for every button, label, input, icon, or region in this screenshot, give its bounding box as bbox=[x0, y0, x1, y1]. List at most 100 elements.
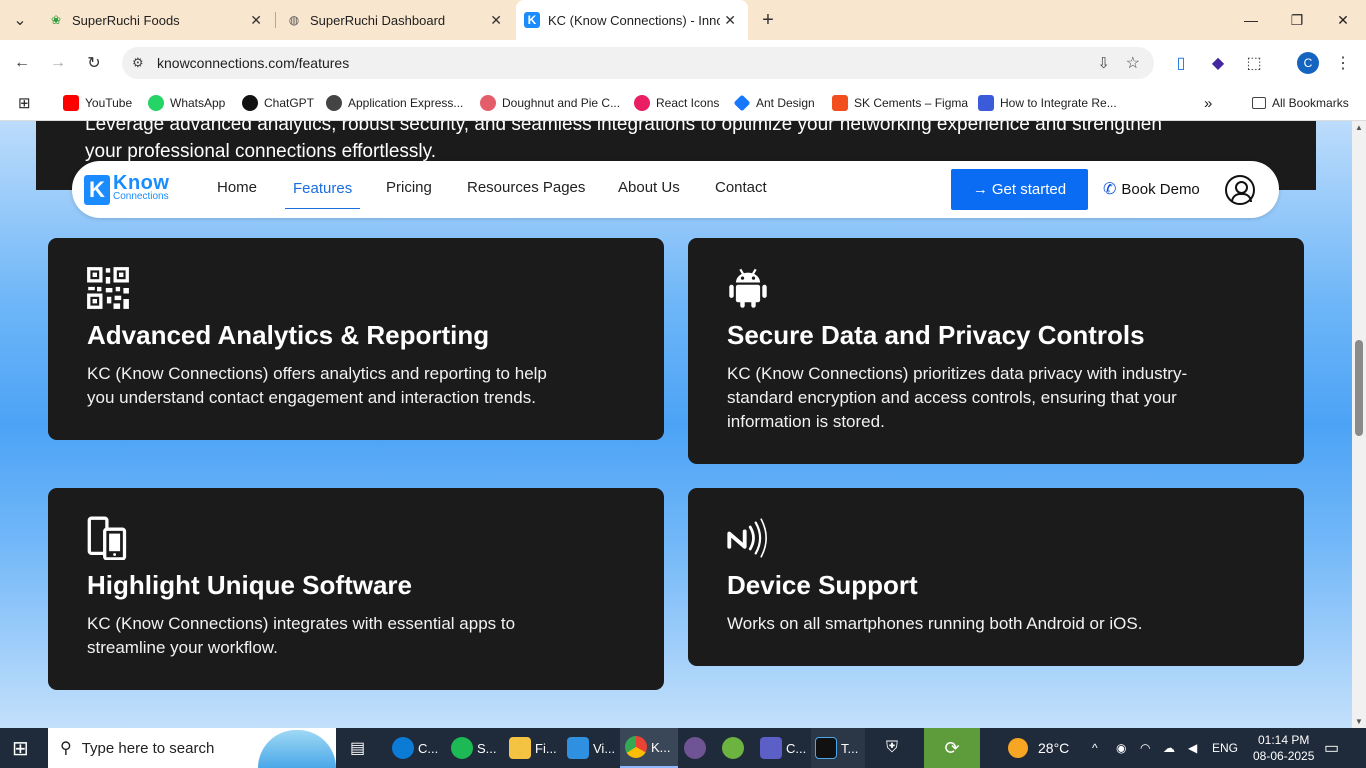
folder-icon bbox=[1252, 97, 1266, 109]
reload-icon[interactable]: ↻ bbox=[81, 50, 107, 76]
bookmark-whatsapp[interactable]: WhatsApp bbox=[148, 93, 225, 113]
desc-line: Works on all smartphones running both An… bbox=[727, 614, 1143, 633]
cloud-icon[interactable]: ☁ bbox=[1163, 728, 1175, 768]
bookmark-chatgpt[interactable]: ChatGPT bbox=[242, 93, 314, 113]
notifications-icon[interactable]: ▭ bbox=[1324, 728, 1339, 768]
close-window-icon[interactable]: ✕ bbox=[1320, 0, 1366, 40]
nav-home[interactable]: Home bbox=[217, 179, 257, 196]
back-icon[interactable]: ← bbox=[9, 50, 35, 76]
logo-word: Know bbox=[113, 172, 170, 194]
scroll-down-icon[interactable]: ▼ bbox=[1355, 717, 1363, 726]
whatsapp-icon bbox=[148, 95, 164, 111]
tab-superruchi-foods[interactable]: ❀ SuperRuchi Foods ✕ bbox=[36, 0, 274, 40]
get-started-label: Get started bbox=[991, 181, 1067, 198]
close-tab-icon[interactable]: ✕ bbox=[490, 12, 502, 29]
clock[interactable]: 01:14 PM 08-06-2025 bbox=[1253, 728, 1314, 768]
language-indicator[interactable]: ENG bbox=[1212, 728, 1238, 768]
bookmark-react-icons[interactable]: React Icons bbox=[634, 93, 719, 113]
article-icon bbox=[978, 95, 994, 111]
minimize-icon[interactable]: — bbox=[1228, 0, 1274, 40]
youtube-icon bbox=[63, 95, 79, 111]
start-button[interactable]: ⊞ bbox=[12, 728, 29, 768]
bookmark-ant-design[interactable]: Ant Design bbox=[733, 93, 815, 113]
taskbar-app-spring[interactable] bbox=[722, 728, 748, 768]
close-tab-icon[interactable]: ✕ bbox=[250, 12, 262, 29]
nav-resources[interactable]: Resources Pages bbox=[467, 179, 585, 196]
spotify-icon bbox=[451, 737, 473, 759]
taskbar-search[interactable]: ⚲ Type here to search bbox=[48, 728, 336, 768]
all-bookmarks[interactable]: All Bookmarks bbox=[1252, 93, 1349, 113]
taskbar-app-chrome[interactable]: K... bbox=[620, 728, 678, 768]
tray-chevron-icon[interactable]: ^ bbox=[1092, 728, 1098, 768]
feature-card-security: Secure Data and Privacy Controls KC (Kno… bbox=[688, 238, 1304, 464]
close-tab-icon[interactable]: ✕ bbox=[724, 12, 736, 29]
get-started-button[interactable]: → Get started bbox=[951, 169, 1088, 210]
desc-line: KC (Know Connections) integrates with es… bbox=[87, 614, 516, 633]
windows-taskbar: ⊞ ⚲ Type here to search ▤ C... S... Fi..… bbox=[0, 728, 1366, 768]
desc-line: streamline your workflow. bbox=[87, 638, 278, 657]
site-navbar: K Know Connections Home Features Pricing… bbox=[72, 161, 1279, 218]
bookmark-label: YouTube bbox=[85, 96, 133, 110]
restore-icon[interactable]: ❐ bbox=[1274, 0, 1320, 40]
address-bar[interactable]: ⚙ knowconnections.com/features ⇩ ☆ bbox=[122, 47, 1154, 79]
forward-icon[interactable]: → bbox=[45, 50, 71, 76]
taskbar-app-edge[interactable]: C... bbox=[392, 728, 438, 768]
more-bookmarks-icon[interactable]: » bbox=[1204, 93, 1212, 113]
bookmark-apex[interactable]: Application Express... bbox=[326, 93, 463, 113]
feature-title: Highlight Unique Software bbox=[87, 570, 412, 600]
app-label: K... bbox=[651, 739, 671, 755]
hero-description: Leverage advanced analytics, robust secu… bbox=[85, 121, 1285, 165]
taskbar-app-vscode[interactable]: Vi... bbox=[567, 728, 615, 768]
nav-features[interactable]: Features bbox=[285, 180, 361, 209]
logo-word: Connections bbox=[113, 191, 169, 202]
bookmark-figma[interactable]: SK Cements – Figma bbox=[832, 93, 968, 113]
nav-contact[interactable]: Contact bbox=[715, 179, 767, 196]
vscode-icon bbox=[567, 737, 589, 759]
taskbar-app-github[interactable] bbox=[684, 728, 710, 768]
extension-diamond-icon[interactable]: ◆ bbox=[1205, 50, 1231, 76]
url-text[interactable]: knowconnections.com/features bbox=[157, 55, 349, 71]
edge-icon bbox=[392, 737, 414, 759]
install-icon[interactable]: ⇩ bbox=[1097, 54, 1110, 72]
page-scrollbar[interactable]: ▲ ▼ bbox=[1352, 121, 1366, 728]
sync-app-icon[interactable]: ⟳ bbox=[924, 728, 980, 768]
volume-icon[interactable]: ◀ bbox=[1188, 728, 1197, 768]
new-tab-icon[interactable]: + bbox=[755, 7, 781, 33]
bookmark-doughnut[interactable]: Doughnut and Pie C... bbox=[480, 93, 620, 113]
taskbar-app-explorer[interactable]: Fi... bbox=[509, 728, 557, 768]
star-icon[interactable]: ☆ bbox=[1126, 53, 1140, 73]
wifi-icon[interactable]: ◠ bbox=[1140, 728, 1150, 768]
taskbar-app-tl[interactable]: T... bbox=[811, 728, 865, 768]
extensions-icon[interactable]: ⬚ bbox=[1241, 50, 1267, 76]
bookmark-label: React Icons bbox=[656, 96, 720, 110]
chrome-icon bbox=[625, 736, 647, 758]
desc-line: standard encryption and access controls,… bbox=[727, 388, 1177, 407]
meet-icon[interactable]: ◉ bbox=[1116, 728, 1126, 768]
feature-card-software: Highlight Unique Software KC (Know Conne… bbox=[48, 488, 664, 690]
menu-icon[interactable]: ⋮ bbox=[1330, 50, 1356, 76]
apps-grid-icon[interactable]: ⊞ bbox=[18, 93, 31, 113]
tab-superruchi-dashboard[interactable]: ◍ SuperRuchi Dashboard ✕ bbox=[276, 0, 514, 40]
task-view-icon[interactable]: ▤ bbox=[350, 728, 365, 768]
nav-pricing[interactable]: Pricing bbox=[386, 179, 432, 196]
kc-logo[interactable]: K Know Connections bbox=[84, 172, 170, 205]
sidepanel-icon[interactable]: ▯ bbox=[1168, 50, 1194, 76]
site-info-icon[interactable]: ⚙ bbox=[132, 55, 144, 71]
book-demo-button[interactable]: ✆ Book Demo bbox=[1103, 179, 1200, 199]
weather-widget[interactable]: 28°C bbox=[1008, 728, 1069, 768]
react-icon bbox=[634, 95, 650, 111]
tab-kc-active[interactable]: K KC (Know Connections) - Innov ✕ bbox=[516, 0, 748, 40]
security-shield-icon[interactable]: ⛨ bbox=[886, 728, 898, 768]
profile-avatar[interactable]: C bbox=[1295, 50, 1321, 76]
scroll-thumb[interactable] bbox=[1355, 340, 1363, 436]
taskbar-app-spotify[interactable]: S... bbox=[451, 728, 497, 768]
tab-search-icon[interactable]: ⌄ bbox=[7, 7, 33, 33]
user-account-icon[interactable] bbox=[1225, 175, 1255, 205]
taskbar-app-teams[interactable]: C... bbox=[760, 728, 806, 768]
scroll-up-icon[interactable]: ▲ bbox=[1355, 123, 1363, 132]
bookmark-label: WhatsApp bbox=[170, 96, 226, 110]
kc-favicon: K bbox=[524, 12, 540, 28]
bookmark-youtube[interactable]: YouTube bbox=[63, 93, 132, 113]
bookmark-integrate[interactable]: How to Integrate Re... bbox=[978, 93, 1117, 113]
nav-about[interactable]: About Us bbox=[618, 179, 680, 196]
